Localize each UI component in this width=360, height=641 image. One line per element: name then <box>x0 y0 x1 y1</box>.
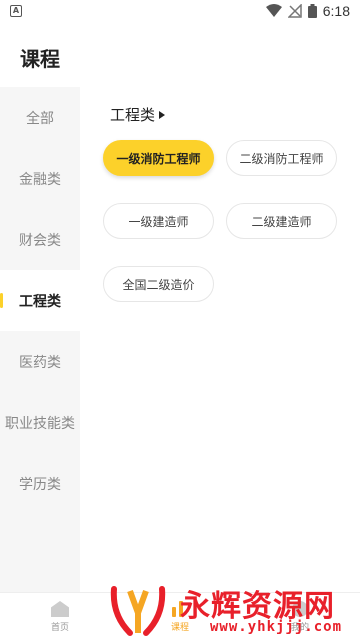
sidebar-item-medicine[interactable]: 医药类 <box>0 331 80 392</box>
course-chip[interactable]: 全国二级造价 <box>103 266 214 302</box>
triangle-right-icon <box>159 110 166 119</box>
sidebar-item-degree[interactable]: 学历类 <box>0 453 80 514</box>
nav-home[interactable]: 首页 <box>0 593 120 641</box>
course-chip-label: 二级建造师 <box>251 214 312 229</box>
sidebar-item-label: 财会类 <box>19 232 61 249</box>
nav-label: 首页 <box>50 623 69 633</box>
course-content: 工程类 一级消防工程师 二级消防工程师 一级建造师 二级建造师 全国二级造价 <box>80 87 360 592</box>
course-chip-label: 一级消防工程师 <box>116 151 201 166</box>
sidebar-item-label: 医药类 <box>19 354 61 371</box>
active-indicator <box>0 293 3 308</box>
course-chip[interactable]: 二级消防工程师 <box>226 140 337 176</box>
sidebar-item-engineering[interactable]: 工程类 <box>0 270 80 331</box>
course-chip[interactable]: 一级消防工程师 <box>103 140 214 176</box>
category-sidebar: 全部 金融类 财会类 工程类 医药类 职业技能类 学历类 <box>0 87 80 592</box>
no-signal-icon <box>287 4 302 18</box>
course-chip[interactable]: 一级建造师 <box>103 203 214 239</box>
home-icon <box>51 601 69 617</box>
sidebar-item-label: 全部 <box>26 110 54 127</box>
watermark-logo-icon <box>110 586 166 636</box>
status-bar: A 6:18 <box>0 0 360 24</box>
section-title: 工程类 <box>110 106 156 124</box>
watermark-url: www.yhkjjj.com <box>210 619 343 635</box>
sidebar-item-label: 学历类 <box>19 476 61 493</box>
sidebar-item-all[interactable]: 全部 <box>0 87 80 148</box>
sidebar-item-label: 职业技能类 <box>5 415 75 432</box>
status-icons: 6:18 <box>265 3 350 19</box>
sidebar-item-accounting[interactable]: 财会类 <box>0 209 80 270</box>
page-title: 课程 <box>20 47 60 71</box>
course-chip-label: 二级消防工程师 <box>239 151 324 166</box>
sidebar-item-label: 工程类 <box>19 293 61 310</box>
sidebar-item-vocational[interactable]: 职业技能类 <box>0 392 80 453</box>
section-header[interactable]: 工程类 <box>110 104 166 125</box>
sidebar-item-finance[interactable]: 金融类 <box>0 148 80 209</box>
battery-icon <box>307 4 317 18</box>
app-notification-icon: A <box>10 5 22 17</box>
watermark: 永辉资源网 www.yhkjjj.com <box>110 575 360 641</box>
clock: 6:18 <box>322 3 350 19</box>
course-chip[interactable]: 二级建造师 <box>226 203 337 239</box>
course-chip-label: 全国二级造价 <box>122 277 195 292</box>
wifi-icon <box>265 4 282 17</box>
sidebar-item-label: 金融类 <box>19 171 61 188</box>
course-chip-label: 一级建造师 <box>128 214 189 229</box>
